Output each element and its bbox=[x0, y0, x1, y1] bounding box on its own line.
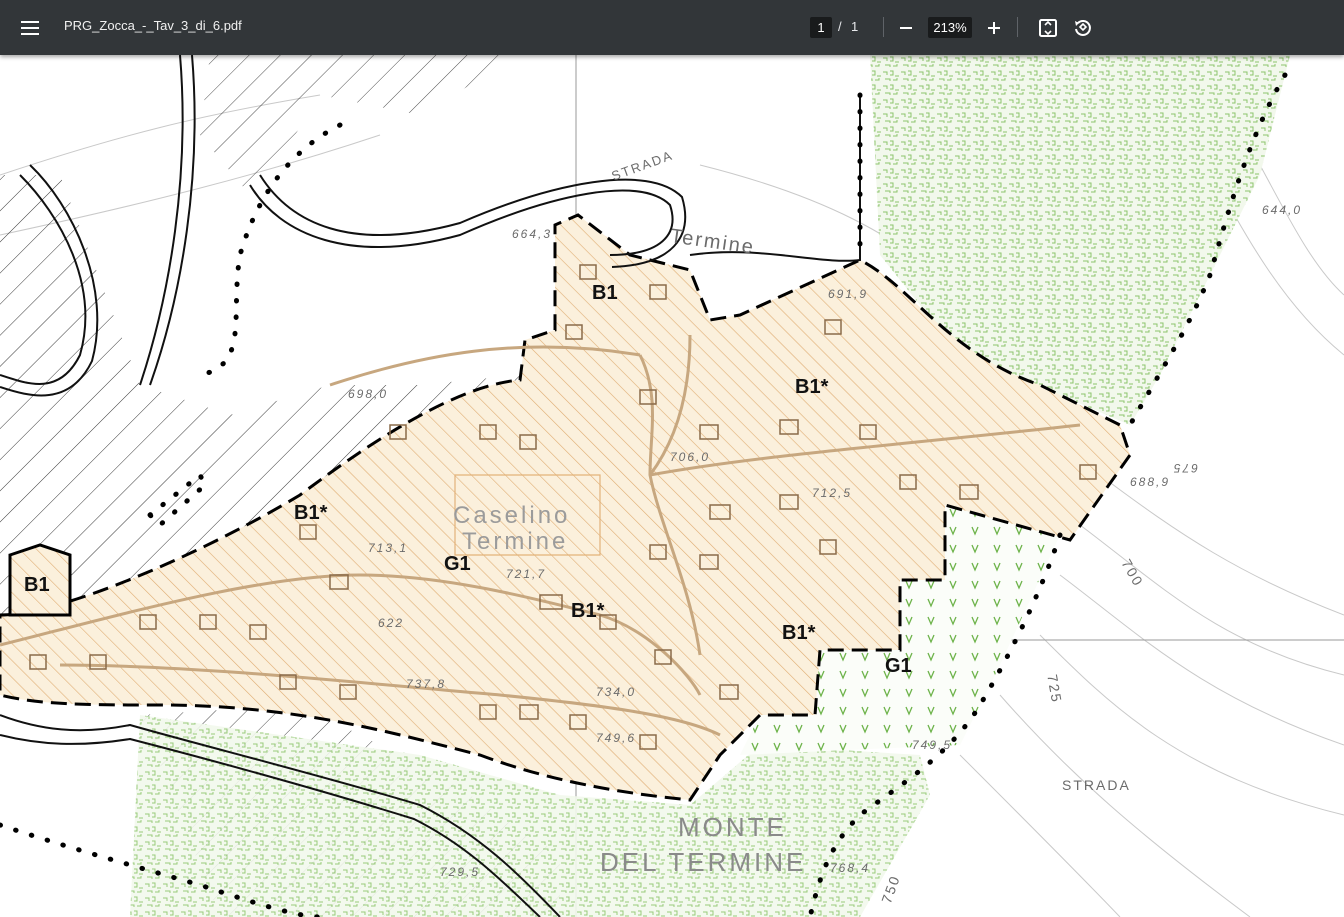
hatched-zone-top bbox=[200, 55, 520, 195]
place-label-monte: MONTE bbox=[678, 812, 787, 842]
elevation-label: 749,5 bbox=[912, 738, 953, 752]
road-label-strada: STRADA bbox=[1062, 777, 1131, 793]
toolbar-divider bbox=[883, 17, 884, 37]
zone-label-g1: G1 bbox=[444, 553, 471, 575]
elevation-label: 688,9 bbox=[1130, 475, 1171, 489]
elevation-label: 749,6 bbox=[596, 731, 637, 745]
elevation-label: 706,0 bbox=[670, 450, 711, 464]
pdf-toolbar: PRG_Zocca_-_Tav_3_di_6.pdf 1 / 1 213% bbox=[0, 0, 1344, 55]
rotate-icon bbox=[1075, 20, 1091, 36]
fit-page-button[interactable] bbox=[1035, 15, 1061, 41]
elevation-label: 721,7 bbox=[506, 567, 547, 581]
elevation-label: 675 bbox=[1172, 461, 1199, 475]
menu-icon[interactable] bbox=[18, 16, 42, 40]
zone-label-b1: B1 bbox=[592, 282, 618, 304]
zoom-out-button[interactable] bbox=[893, 15, 919, 41]
elevation-label: 737,8 bbox=[406, 677, 447, 691]
page-separator: / bbox=[838, 19, 842, 34]
zone-label-b1-star: B1* bbox=[294, 502, 328, 524]
place-label-caselino: Caselino bbox=[453, 502, 571, 529]
zone-label-b1-star: B1* bbox=[795, 376, 829, 398]
document-title: PRG_Zocca_-_Tav_3_di_6.pdf bbox=[64, 18, 242, 33]
elevation-label: 729,5 bbox=[440, 865, 481, 879]
pdf-page-viewer[interactable]: B1 B1 B1* B1* B1* B1* G1 G1 Caselino Ter… bbox=[0, 55, 1344, 917]
page-number-input[interactable]: 1 bbox=[810, 17, 832, 38]
zoom-in-icon bbox=[988, 22, 1000, 34]
zone-label-b1: B1 bbox=[24, 574, 50, 596]
zone-label-g1: G1 bbox=[885, 655, 912, 677]
page-total: 1 bbox=[851, 19, 859, 34]
elevation-label: 622 bbox=[378, 616, 405, 630]
zone-label-b1-star: B1* bbox=[782, 622, 816, 644]
elevation-label: 712,5 bbox=[812, 486, 853, 500]
elevation-label: 713,1 bbox=[368, 541, 409, 555]
toolbar-divider bbox=[1017, 17, 1018, 37]
elevation-label: 664,3 bbox=[512, 227, 553, 241]
elevation-label: 768,4 bbox=[830, 861, 871, 875]
zoom-level-input[interactable]: 213% bbox=[928, 17, 972, 38]
elevation-label: 644,0 bbox=[1262, 203, 1303, 217]
place-label-termine: Termine bbox=[462, 528, 569, 555]
zoom-in-button[interactable] bbox=[981, 15, 1007, 41]
elevation-label: 734,0 bbox=[596, 685, 637, 699]
rotate-button[interactable] bbox=[1070, 15, 1096, 41]
fit-page-icon bbox=[1039, 19, 1057, 37]
place-label-del-termine: DEL TERMINE bbox=[600, 847, 807, 877]
elevation-label: 691,9 bbox=[828, 287, 869, 301]
zoom-out-icon bbox=[900, 27, 912, 29]
zone-label-b1-star: B1* bbox=[571, 600, 605, 622]
elevation-label: 698,0 bbox=[348, 387, 389, 401]
